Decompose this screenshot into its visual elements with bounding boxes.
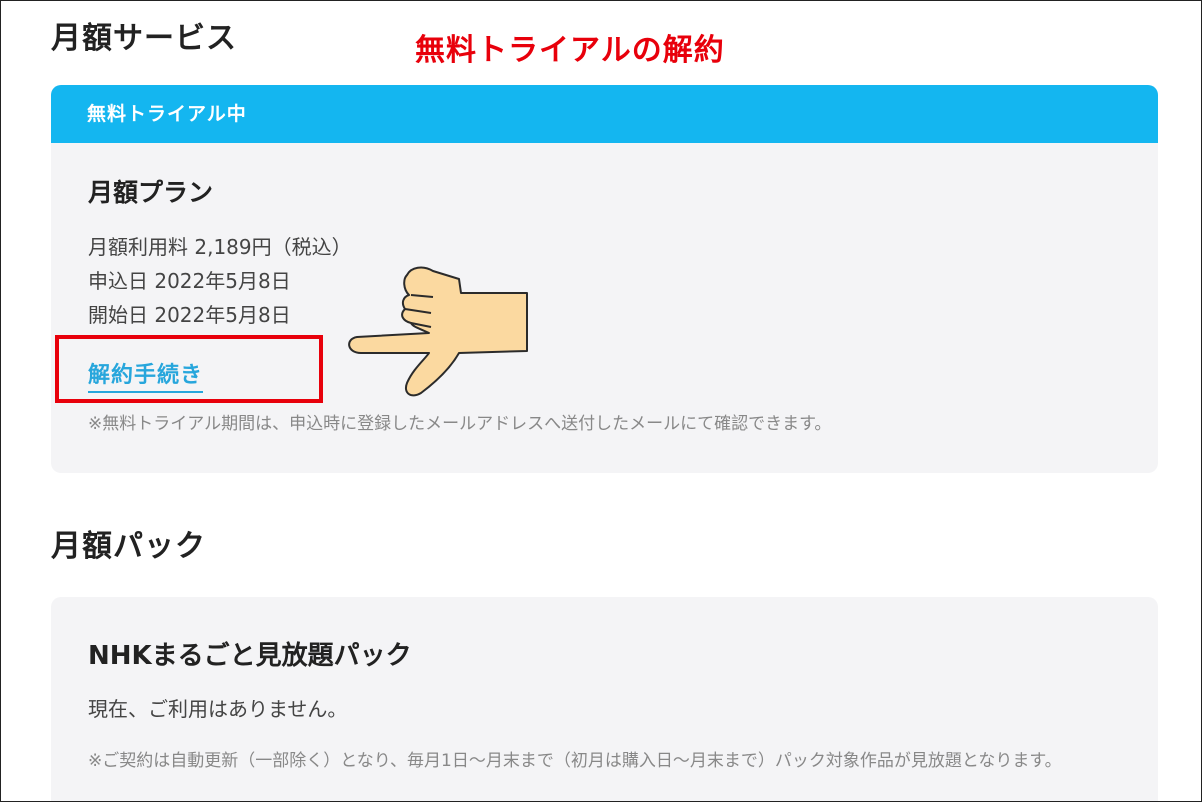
monthly-plan-card: 無料トライアル中 月額プラン 月額利用料 2,189円（税込） 申込日 2022… xyxy=(51,85,1158,473)
trial-note: ※無料トライアル期間は、申込時に登録したメールアドレスへ送付したメールにて確認で… xyxy=(88,414,832,434)
monthly-pack-title: 月額パック xyxy=(51,529,206,564)
monthly-fee: 月額利用料 2,189円（税込） xyxy=(88,235,352,259)
start-date: 開始日 2022年5月8日 xyxy=(88,303,291,327)
free-trial-header: 無料トライアル中 xyxy=(51,85,1158,143)
annotation-title: 無料トライアルの解約 xyxy=(415,33,725,68)
pack-name: NHKまるごと見放題パック xyxy=(88,641,412,671)
application-date: 申込日 2022年5月8日 xyxy=(88,269,291,293)
pack-note: ※ご契約は自動更新（一部除く）となり、毎月1日〜月末まで（初月は購入日〜月末まで… xyxy=(88,751,1062,771)
screenshot-frame: 月額サービス 無料トライアルの解約 無料トライアル中 月額プラン 月額利用料 2… xyxy=(0,0,1202,802)
monthly-service-title: 月額サービス xyxy=(51,21,237,56)
plan-name: 月額プラン xyxy=(88,178,214,207)
monthly-pack-card: NHKまるごと見放題パック 現在、ご利用はありません。 ※ご契約は自動更新（一部… xyxy=(51,597,1158,801)
pack-status: 現在、ご利用はありません。 xyxy=(88,697,348,721)
highlight-box xyxy=(55,335,323,403)
pointing-hand-icon xyxy=(348,266,528,397)
